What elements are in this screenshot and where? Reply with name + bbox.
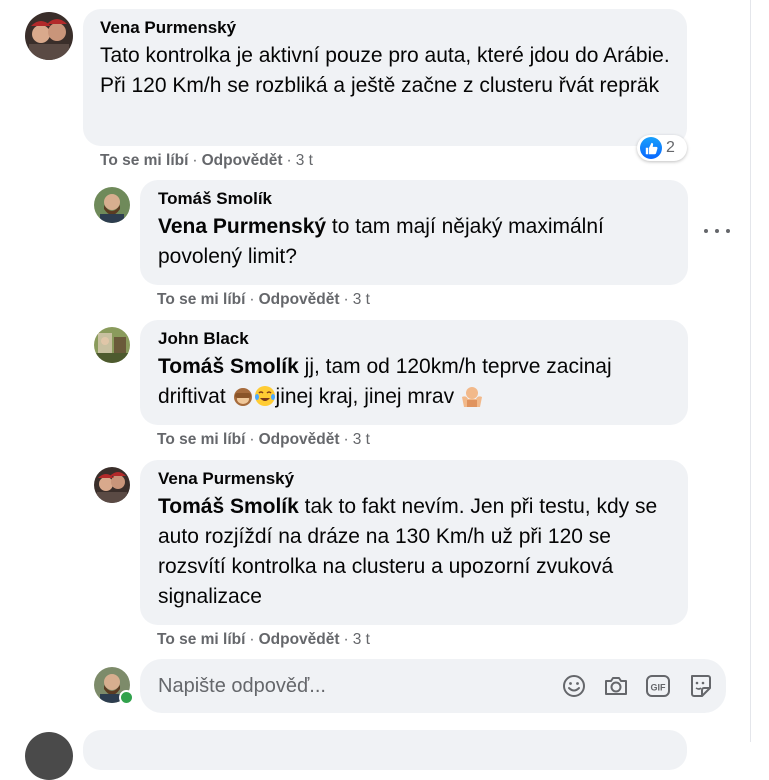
avatar-photo bbox=[94, 327, 130, 363]
comment-author[interactable]: Vena Purmenský bbox=[158, 468, 674, 490]
comment-time[interactable]: 3 t bbox=[353, 631, 370, 648]
comment-actions: To se mi líbí · Odpovědět · 3 t bbox=[157, 431, 370, 448]
comment-actions: To se mi líbí · Odpovědět · 3 t bbox=[100, 152, 313, 169]
reply-button[interactable]: Odpovědět bbox=[259, 431, 340, 448]
reply-button[interactable]: Odpovědět bbox=[259, 631, 340, 648]
more-options-icon[interactable] bbox=[704, 221, 730, 241]
comment-bubble: Vena Purmenský Tomáš Smolík tak to fakt … bbox=[140, 460, 688, 625]
avatar-john-black[interactable] bbox=[94, 327, 130, 363]
like-button[interactable]: To se mi líbí bbox=[100, 152, 188, 169]
reply-button[interactable]: Odpovědět bbox=[202, 152, 283, 169]
avatar-vena-purmensky[interactable] bbox=[25, 12, 73, 60]
scrollbar-track[interactable] bbox=[750, 0, 769, 742]
gif-icon[interactable]: GIF bbox=[645, 673, 671, 699]
comment-bubble: Vena Purmenský Tato kontrolka je aktivní… bbox=[83, 9, 687, 146]
comment-author[interactable]: Vena Purmenský bbox=[100, 17, 673, 39]
comment-actions: To se mi líbí · Odpovědět · 3 t bbox=[157, 291, 370, 308]
comment-text: Vena Purmenský to tam mají nějaký maximá… bbox=[158, 212, 674, 272]
comment-time[interactable]: 3 t bbox=[353, 291, 370, 308]
svg-text:GIF: GIF bbox=[651, 683, 667, 693]
comment-actions: To se mi líbí · Odpovědět · 3 t bbox=[157, 631, 370, 648]
comment-text: Tomáš Smolík tak to fakt nevím. Jen při … bbox=[158, 492, 674, 612]
avatar-photo bbox=[94, 467, 130, 503]
comment-time[interactable]: 3 t bbox=[296, 152, 313, 169]
reaction-summary[interactable]: 2 bbox=[637, 135, 687, 161]
emoji-icon[interactable] bbox=[561, 673, 587, 699]
shrug-emoji bbox=[461, 387, 482, 407]
comment-author[interactable]: John Black bbox=[158, 328, 674, 350]
like-button[interactable]: To se mi líbí bbox=[157, 631, 245, 648]
comment-text: Tomáš Smolík jj, tam od 120km/h teprve z… bbox=[158, 352, 674, 412]
comment-time[interactable]: 3 t bbox=[353, 431, 370, 448]
comment-bubble: John Black Tomáš Smolík jj, tam od 120km… bbox=[140, 320, 688, 425]
mention-link[interactable]: Vena Purmenský bbox=[158, 215, 326, 238]
avatar-tomas-smolik[interactable] bbox=[94, 187, 130, 223]
comment-bubble: Tomáš Smolík Vena Purmenský to tam mají … bbox=[140, 180, 688, 285]
camera-icon[interactable] bbox=[603, 673, 629, 699]
online-status-indicator bbox=[119, 690, 134, 705]
tears-of-joy-emoji bbox=[254, 386, 275, 406]
see-no-evil-monkey-emoji bbox=[233, 388, 252, 406]
like-icon bbox=[640, 137, 662, 159]
comment-author[interactable]: Tomáš Smolík bbox=[158, 188, 674, 210]
mention-link[interactable]: Tomáš Smolík bbox=[158, 355, 299, 378]
sticker-icon[interactable] bbox=[687, 673, 713, 699]
avatar-photo bbox=[94, 187, 130, 223]
comment-body-end: jinej kraj, jinej mrav bbox=[275, 385, 460, 408]
next-comment-bubble bbox=[83, 730, 687, 770]
reply-button[interactable]: Odpovědět bbox=[259, 291, 340, 308]
avatar-vena-purmensky[interactable] bbox=[94, 467, 130, 503]
next-comment-avatar[interactable] bbox=[25, 732, 73, 780]
like-button[interactable]: To se mi líbí bbox=[157, 431, 245, 448]
avatar-photo bbox=[25, 12, 73, 60]
mention-link[interactable]: Tomáš Smolík bbox=[158, 495, 299, 518]
reply-input[interactable] bbox=[158, 659, 548, 713]
like-button[interactable]: To se mi líbí bbox=[157, 291, 245, 308]
reaction-count: 2 bbox=[666, 139, 675, 156]
reply-composer: GIF bbox=[140, 659, 726, 713]
comment-text: Tato kontrolka je aktivní pouze pro auta… bbox=[100, 44, 670, 97]
